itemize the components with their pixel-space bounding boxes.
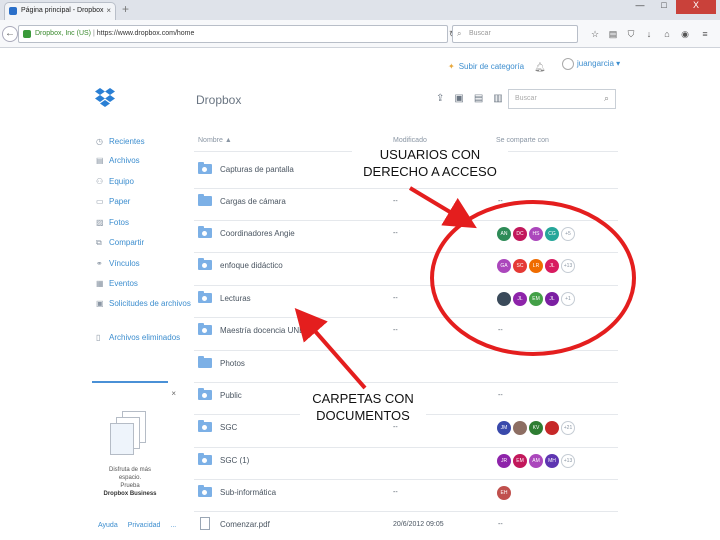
highlight-ellipse bbox=[430, 200, 636, 356]
annotation-users-line2: DERECHO A ACCESO bbox=[363, 164, 497, 179]
annotation-users-line1: USUARIOS CON bbox=[379, 147, 481, 162]
annotation-folders: CARPETAS CON DOCUMENTOS bbox=[300, 390, 426, 424]
annotation-overlay bbox=[294, 186, 636, 390]
annotation-arrow-users bbox=[408, 186, 477, 229]
annotation-folders-line1: CARPETAS CON bbox=[312, 391, 414, 406]
screenshot: Página principal - Dropbox × + — □ X ← D… bbox=[0, 0, 720, 540]
annotation-users: USUARIOS CON DERECHO A ACCESO bbox=[352, 146, 508, 180]
annotation-arrow-folders bbox=[294, 307, 367, 390]
annotation-folders-line2: DOCUMENTOS bbox=[316, 408, 410, 423]
